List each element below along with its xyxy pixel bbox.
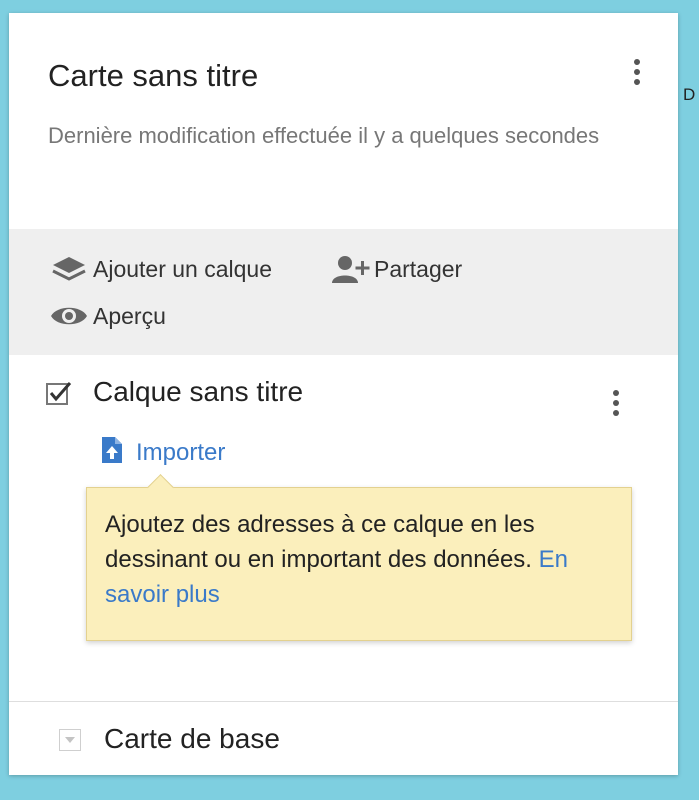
- share-button[interactable]: Partager: [330, 251, 462, 287]
- eye-icon: [49, 300, 89, 332]
- add-person-icon: [330, 253, 370, 285]
- import-hint-tooltip: Ajoutez des adresses à ce calque en les …: [86, 487, 632, 641]
- layers-icon: [49, 253, 89, 285]
- map-title[interactable]: Carte sans titre: [48, 58, 258, 94]
- add-layer-label: Ajouter un calque: [93, 255, 273, 282]
- import-button[interactable]: Importer: [100, 435, 225, 470]
- toolbar: [9, 229, 678, 355]
- upload-file-icon: [100, 435, 124, 470]
- last-modified-text: Dernière modification effectuée il y a q…: [48, 123, 600, 148]
- edge-text: D: [683, 85, 696, 104]
- layer-title[interactable]: Calque sans titre: [93, 376, 303, 408]
- tooltip-text: Ajoutez des adresses à ce calque en les …: [105, 511, 539, 573]
- map-options-menu-icon[interactable]: [625, 52, 649, 92]
- basemap-label[interactable]: Carte de base: [104, 723, 280, 755]
- import-label: Importer: [136, 438, 226, 466]
- layer-options-menu-icon[interactable]: [604, 383, 628, 423]
- preview-label: Aperçu: [93, 302, 166, 329]
- preview-button[interactable]: Aperçu: [49, 298, 166, 334]
- layer-visibility-checkbox[interactable]: [46, 380, 72, 406]
- basemap-expand-icon[interactable]: [59, 729, 81, 751]
- section-divider: [9, 701, 678, 702]
- add-layer-button[interactable]: Ajouter un calque: [49, 251, 272, 287]
- map-header: Carte sans titre Dernière modification e…: [9, 13, 678, 229]
- share-label: Partager: [374, 255, 463, 282]
